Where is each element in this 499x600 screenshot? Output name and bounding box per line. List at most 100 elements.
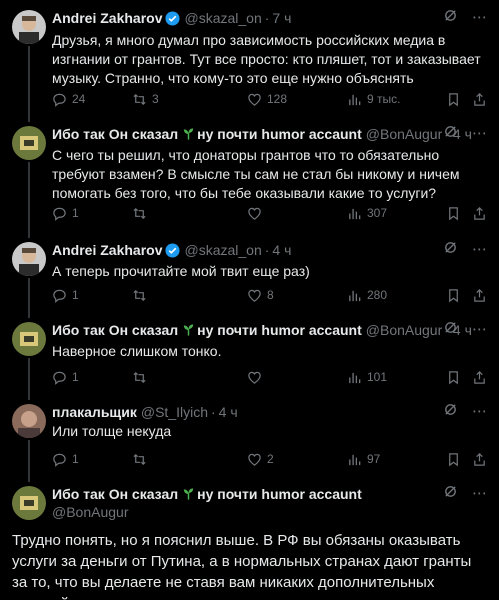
avatar[interactable] xyxy=(12,404,46,438)
avatar[interactable] xyxy=(12,10,46,44)
share-button[interactable] xyxy=(472,206,487,221)
retweet-icon xyxy=(133,371,146,383)
tweet-actions: 1 101 xyxy=(52,368,487,386)
retweet-button[interactable] xyxy=(132,288,152,303)
avatar[interactable] xyxy=(12,486,46,520)
tweet[interactable]: плакальщик @St_Ilyich · 4 ч ⋯ Или толще … xyxy=(0,398,499,478)
tweet-text: С чего ты решил, что донаторы грантов чт… xyxy=(52,147,460,201)
avatar[interactable] xyxy=(12,322,46,356)
author-name-suffix[interactable]: ну почти humor accaunt xyxy=(197,126,362,142)
more-dots-icon[interactable]: ⋯ xyxy=(472,402,487,422)
views-button[interactable]: 307 xyxy=(347,206,387,221)
author-handle[interactable]: @skazal_on xyxy=(184,10,261,26)
like-button[interactable]: 2 xyxy=(247,452,274,467)
retweet-button[interactable] xyxy=(132,452,152,467)
author-name[interactable]: плакальщик xyxy=(52,404,137,420)
views-button[interactable]: 280 xyxy=(347,288,387,303)
tweet-time[interactable]: 7 ч xyxy=(272,10,291,26)
like-button[interactable] xyxy=(247,370,267,385)
more-dots-icon[interactable]: ⋯ xyxy=(472,8,487,28)
tweet-time[interactable]: 4 ч xyxy=(219,404,238,420)
tweet[interactable]: Ибо так Он сказал ну почти humor accaunt… xyxy=(0,120,499,236)
share-button[interactable] xyxy=(472,288,487,303)
grok-icon[interactable] xyxy=(443,8,458,29)
share-icon xyxy=(474,206,485,220)
author-name[interactable]: Ибо так Он сказал xyxy=(52,126,178,142)
separator-dot: · xyxy=(264,242,270,258)
like-button[interactable] xyxy=(247,206,267,221)
bookmark-button[interactable] xyxy=(446,370,461,385)
share-button[interactable] xyxy=(472,370,487,385)
reply-icon xyxy=(53,93,66,107)
focused-tweet[interactable]: Ибо так Он сказал ну почти humor accaunt… xyxy=(0,480,499,600)
author-name-suffix[interactable]: ну почти humor accaunt xyxy=(197,486,362,502)
tweet-actions: 1 8 280 xyxy=(52,286,487,304)
reply-count: 1 xyxy=(72,452,79,466)
retweet-icon xyxy=(133,289,146,301)
share-button[interactable] xyxy=(472,452,487,467)
retweet-button[interactable] xyxy=(132,370,152,385)
author-handle[interactable]: @BonAugur xyxy=(366,322,442,338)
author-name[interactable]: Ибо так Он сказал xyxy=(52,322,178,338)
more-dots-icon[interactable]: ⋯ xyxy=(472,320,487,340)
tweet-text: Наверное слишком тонко. xyxy=(52,343,222,359)
author-handle[interactable]: @BonAugur xyxy=(366,126,442,142)
bookmark-button[interactable] xyxy=(446,206,461,221)
author-name[interactable]: Ибо так Он сказал xyxy=(52,486,178,502)
tweet-actions: 24 3 128 9 тыс. xyxy=(52,90,487,108)
tweet-text: Трудно понять, но я пояснил выше. В РФ в… xyxy=(12,532,472,600)
separator-dot: · xyxy=(264,10,270,26)
author-name[interactable]: Andrei Zakharov xyxy=(52,242,162,258)
bookmark-icon xyxy=(449,206,458,220)
reply-count: 1 xyxy=(72,206,79,220)
more-dots-icon[interactable]: ⋯ xyxy=(472,240,487,260)
share-button[interactable] xyxy=(472,92,487,107)
author-handle[interactable]: @St_Ilyich xyxy=(141,404,208,420)
tweet[interactable]: Andrei Zakharov @skazal_on · 4 ч ⋯ А теп… xyxy=(0,236,499,316)
share-icon xyxy=(474,92,485,106)
tweet[interactable]: Ибо так Он сказал ну почти humor accaunt… xyxy=(0,316,499,396)
tweet[interactable]: Andrei Zakharov @skazal_on · 7 ч ⋯ Друзь… xyxy=(0,0,499,120)
author-name-suffix[interactable]: ну почти humor accaunt xyxy=(197,322,362,338)
reply-button[interactable]: 1 xyxy=(52,206,79,221)
sprout-emoji-icon xyxy=(183,488,194,500)
bookmark-button[interactable] xyxy=(446,288,461,303)
more-dots-icon[interactable]: ⋯ xyxy=(472,124,487,144)
tweet-actions: 1 307 xyxy=(52,204,487,222)
author-handle[interactable]: @BonAugur xyxy=(52,504,128,520)
retweet-button[interactable] xyxy=(132,206,152,221)
author-handle[interactable]: @skazal_on xyxy=(184,242,261,258)
views-count: 307 xyxy=(367,206,388,220)
tweet-time[interactable]: 4 ч xyxy=(272,242,291,258)
reply-button[interactable]: 1 xyxy=(52,452,79,467)
grok-icon[interactable] xyxy=(443,402,458,423)
reply-icon xyxy=(53,289,66,303)
grok-icon[interactable] xyxy=(443,320,458,341)
tweet-text: А теперь прочитайте мой твит еще раз) xyxy=(52,263,310,279)
tweet-text: Друзья, я много думал про зависимость ро… xyxy=(52,32,481,86)
heart-icon xyxy=(248,93,261,106)
reply-button[interactable]: 24 xyxy=(52,92,85,107)
author-name[interactable]: Andrei Zakharov xyxy=(52,10,162,26)
tweet-subheader: @BonAugur xyxy=(52,502,487,522)
bookmark-button[interactable] xyxy=(446,452,461,467)
grok-icon[interactable] xyxy=(443,240,458,261)
retweet-button[interactable]: 3 xyxy=(132,92,159,107)
views-count: 280 xyxy=(367,288,388,302)
views-button[interactable]: 101 xyxy=(347,370,387,385)
views-button[interactable]: 97 xyxy=(347,452,380,467)
avatar[interactable] xyxy=(12,126,46,160)
avatar[interactable] xyxy=(12,242,46,276)
heart-icon xyxy=(248,289,261,302)
grok-icon[interactable] xyxy=(443,124,458,145)
reply-button[interactable]: 1 xyxy=(52,288,79,303)
like-button[interactable]: 8 xyxy=(247,288,274,303)
views-button[interactable]: 9 тыс. xyxy=(347,92,400,107)
bookmark-button[interactable] xyxy=(446,92,461,107)
reply-button[interactable]: 1 xyxy=(52,370,79,385)
like-count: 8 xyxy=(267,288,274,302)
like-button[interactable]: 128 xyxy=(247,92,287,107)
views-chart-icon xyxy=(349,290,361,301)
views-chart-icon xyxy=(349,454,361,465)
more-dots-icon[interactable]: ⋯ xyxy=(472,484,487,504)
